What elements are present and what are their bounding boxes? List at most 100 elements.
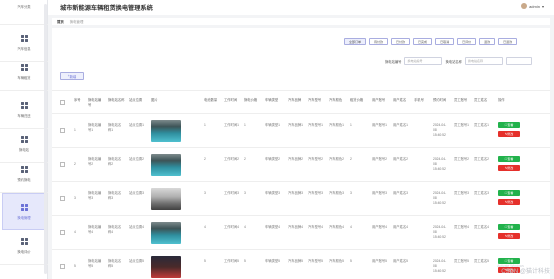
table-cell: 3	[350, 191, 352, 195]
table-cell: 站点位置4	[129, 225, 145, 229]
table-cell: 1	[350, 123, 352, 127]
table-cell: 员工账号5	[454, 259, 470, 263]
table-cell: 员工账号1	[454, 123, 470, 127]
col-header: 换电价格	[244, 98, 258, 102]
edit-button[interactable]: ✎ 修改	[498, 199, 520, 205]
view-button[interactable]: ☐ 查看	[498, 224, 520, 230]
view-button[interactable]: ☐ 查看	[498, 122, 520, 128]
col-header: 员工账号	[454, 98, 468, 102]
table-cell: 员工姓名5	[474, 259, 490, 263]
table-cell: 用户账号4	[372, 225, 388, 229]
sidebar-scrollbar[interactable]	[44, 4, 47, 274]
add-button[interactable]: + 新增	[60, 72, 84, 80]
row-checkbox[interactable]	[60, 128, 65, 133]
sidebar-item-review[interactable]: 换电评价	[0, 228, 48, 265]
table-cell: 汽车型号3	[308, 191, 324, 195]
edit-button[interactable]: ✎ 修改	[498, 233, 520, 239]
table-cell: 换电站编号5	[88, 259, 102, 268]
table-cell: 2	[204, 157, 206, 161]
table-cell: 员工姓名4	[474, 225, 490, 229]
row-checkbox[interactable]	[60, 196, 65, 201]
sidebar-item-label: 预约换电	[17, 178, 31, 182]
filter-all[interactable]: 全部订单	[344, 38, 367, 45]
table-cell: 换电站编号3	[88, 191, 102, 200]
search-label-station-no: 换电站编号	[385, 59, 402, 64]
row-checkbox[interactable]	[60, 264, 65, 269]
col-header: 换电站名称	[108, 98, 125, 102]
breadcrumb-home[interactable]: 首页	[57, 19, 64, 24]
table-cell: 汽车颜色2	[329, 157, 345, 161]
filter-refunded[interactable]: 已退款	[498, 38, 518, 45]
col-header: 员工姓名	[474, 98, 488, 102]
filter-reviewed[interactable]: 已评价	[457, 38, 477, 45]
edit-button-label: 修改	[507, 234, 514, 238]
filter-refund[interactable]: 退款	[479, 38, 496, 45]
table-cell: 车辆类型5	[265, 259, 281, 263]
col-header: 站点位置	[129, 98, 143, 102]
user-menu[interactable]: admin ▾	[521, 3, 544, 9]
search-button[interactable]	[505, 57, 532, 65]
table-cell: 汽车型号5	[308, 259, 324, 263]
sidebar-item-swap-management[interactable]: 换电管理	[2, 193, 46, 230]
order-filter-bar: 全部订单 待付款 已付款 已完成 已取消 已评价 退款 已退款	[344, 38, 518, 45]
table-cell: 换电站名称1	[108, 123, 122, 132]
topbar: 城市新能源车辆租赁换电管理系统 admin ▾	[48, 0, 554, 15]
grid-icon	[20, 238, 28, 245]
table-cell: 汽车品牌2	[288, 157, 304, 161]
table-cell: 车辆类型1	[265, 123, 281, 127]
sidebar-item-rental[interactable]: 车辆租赁	[0, 54, 48, 91]
table-cell: 员工账号3	[454, 191, 470, 195]
sidebar-item-booking[interactable]: 预约换电	[0, 156, 48, 193]
table-cell: 2024-04-08 15:40:52	[433, 157, 447, 171]
table-cell: 换电站编号4	[88, 225, 102, 234]
row-checkbox[interactable]	[60, 162, 65, 167]
sidebar-item-return[interactable]: 车辆归还	[0, 92, 48, 129]
col-header: 汽车型号	[308, 98, 322, 102]
watermark: CSDN @猫计科技	[501, 269, 550, 275]
edit-button[interactable]: ✎ 修改	[498, 131, 520, 137]
sidebar: 汽车分类 汽车信息 车辆租赁 车辆归还 换电站 预约换电 换电管理 换电评价	[0, 0, 48, 279]
col-header: 用户姓名	[393, 98, 407, 102]
filter-completed[interactable]: 已完成	[413, 38, 433, 45]
col-header: 汽车颜色	[329, 98, 343, 102]
table-row[interactable]: 3 换电站编号3 换电站名称3 站点位置3 3 工作时间3 3 车辆类型3 汽车品牌3 汽车型号3…	[52, 182, 550, 216]
grid-icon	[20, 35, 28, 42]
table-row[interactable]: 5 换电站编号5 换电站名称5 站点位置5 5 工作时间5 5 车辆类型5 汽车品牌5 汽车型号5…	[52, 250, 550, 279]
sidebar-item-label: 车辆租赁	[17, 76, 31, 80]
table-cell: 5	[204, 259, 206, 263]
search-label-station-name: 换电站名称	[445, 59, 462, 64]
table-cell: 工作时间5	[224, 259, 240, 263]
edit-button[interactable]: ✎ 修改	[498, 165, 520, 171]
sidebar-item-label: 车辆归还	[17, 114, 31, 118]
table-cell: 工作时间2	[224, 157, 240, 161]
table-row[interactable]: 4 换电站编号4 换电站名称4 站点位置4 4 工作时间4 4 车辆类型4 汽车品牌4 汽车型号4…	[52, 216, 550, 250]
col-header: 工作时间	[224, 98, 238, 102]
table-row[interactable]: 2 换电站编号2 换电站名称2 站点位置2 2 工作时间2 2 车辆类型2 汽车品牌2 汽车型号2…	[52, 148, 550, 182]
select-all-checkbox[interactable]	[60, 100, 65, 105]
table-cell: 用户账号2	[372, 157, 388, 161]
station-no-input[interactable]: 换电站编号	[404, 57, 443, 65]
table-cell: 4	[350, 225, 352, 229]
table-cell: 站点位置1	[129, 123, 145, 127]
table-cell: 用户姓名2	[393, 157, 409, 161]
app-title: 城市新能源车辆租赁换电管理系统	[60, 5, 153, 12]
table-cell: 换电站名称5	[108, 259, 122, 268]
sidebar-item-car-category[interactable]: 汽车分类	[0, 0, 48, 25]
table-cell: 用户账号3	[372, 191, 388, 195]
table-cell: 车辆类型3	[265, 191, 281, 195]
sidebar-item-label: 换电管理	[17, 215, 31, 220]
row-checkbox[interactable]	[60, 230, 65, 235]
table-cell: 2024-04-08 15:40:52	[433, 191, 447, 205]
filter-unpaid[interactable]: 待付款	[369, 38, 389, 45]
filter-cancelled[interactable]: 已取消	[435, 38, 455, 45]
table-cell: 用户账号1	[372, 123, 388, 127]
station-name-input[interactable]: 换电站名称	[464, 57, 503, 65]
view-button[interactable]: ☐ 查看	[498, 190, 520, 196]
view-button-label: 查看	[507, 157, 514, 161]
view-button[interactable]: ☐ 查看	[498, 156, 520, 162]
filter-paid[interactable]: 已付款	[391, 38, 411, 45]
table-row[interactable]: 1 换电站编号1 换电站名称1 站点位置1 1 工作时间1 1 车辆类型1 汽车品牌1 汽车型号1…	[52, 114, 550, 148]
col-header: 电池数量	[204, 98, 218, 102]
sidebar-item-label: 汽车信息	[17, 47, 31, 51]
table-cell: 汽车型号2	[308, 157, 324, 161]
